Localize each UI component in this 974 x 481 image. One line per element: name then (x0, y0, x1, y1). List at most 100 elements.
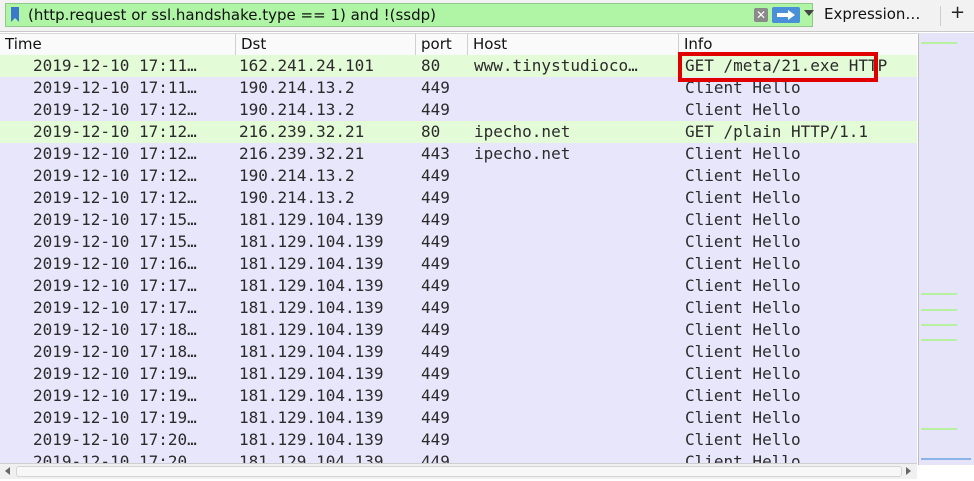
packet-port-cell: 449 (421, 166, 450, 185)
packet-port-cell: 449 (421, 320, 450, 339)
display-filter-toolbar: (http.request or ssl.handshake.type == 1… (0, 0, 974, 32)
minimap-marker (921, 428, 957, 430)
packet-host-cell (474, 209, 676, 231)
scroll-left-icon[interactable] (5, 467, 10, 475)
packet-info-cell: GET /meta/21.exe HTTP (685, 56, 888, 75)
packet-list: 2019-12-10 17:11… 162.241.24.101 80 www.tin… (0, 55, 917, 463)
minimap-marker (921, 324, 957, 326)
packet-row[interactable]: 2019-12-10 17:12… 190.214.13.2 449 Client H… (0, 187, 917, 209)
packet-time-cell: 2019-12-10 17:19… (33, 386, 197, 405)
packet-port-cell: 449 (421, 430, 450, 449)
filter-expression-text[interactable]: (http.request or ssl.handshake.type == 1… (28, 6, 436, 24)
packet-row[interactable]: 2019-12-10 17:17… 181.129.104.139 449 Clien… (0, 275, 917, 297)
packet-dst-cell: 181.129.104.139 (239, 408, 384, 427)
packet-row[interactable]: 2019-12-10 17:20… 181.129.104.139 449 Clien… (0, 429, 917, 451)
packet-host-cell (474, 407, 676, 429)
packet-info-cell: Client Hello (685, 144, 801, 163)
packet-row[interactable]: 2019-12-10 17:18… 181.129.104.139 449 Clien… (0, 319, 917, 341)
add-filter-button[interactable]: + (950, 2, 965, 23)
packet-host-cell (474, 451, 676, 463)
chevron-down-icon[interactable] (804, 10, 814, 16)
packet-host-cell (474, 429, 676, 451)
packet-row[interactable]: 2019-12-10 17:19… 181.129.104.139 449 Clien… (0, 363, 917, 385)
packet-info-cell: Client Hello (685, 430, 801, 449)
packet-host-cell (474, 253, 676, 275)
packet-host-cell (474, 165, 676, 187)
packet-dst-cell: 181.129.104.139 (239, 364, 384, 383)
packet-row[interactable]: 2019-12-10 17:15… 181.129.104.139 449 Clien… (0, 209, 917, 231)
packet-host-cell (474, 385, 676, 407)
packet-info-cell: Client Hello (685, 386, 801, 405)
packet-host-cell (474, 341, 676, 363)
packet-port-cell: 449 (421, 254, 450, 273)
scrollbar-thumb[interactable] (16, 466, 902, 477)
packet-info-cell: Client Hello (685, 452, 801, 463)
packet-info-cell: Client Hello (685, 408, 801, 427)
packet-minimap[interactable] (918, 33, 974, 465)
packet-info-cell: Client Hello (685, 166, 801, 185)
packet-dst-cell: 181.129.104.139 (239, 430, 384, 449)
packet-row[interactable]: 2019-12-10 17:19… 181.129.104.139 449 Clien… (0, 407, 917, 429)
packet-row[interactable]: 2019-12-10 17:18… 181.129.104.139 449 Clien… (0, 341, 917, 363)
apply-arrow-icon[interactable] (772, 7, 800, 23)
packet-time-cell: 2019-12-10 17:16… (33, 254, 197, 273)
packet-row[interactable]: 2019-12-10 17:19… 181.129.104.139 449 Clien… (0, 385, 917, 407)
packet-time-cell: 2019-12-10 17:12… (33, 188, 197, 207)
horizontal-scrollbar[interactable] (0, 463, 917, 479)
packet-host-cell (474, 77, 676, 99)
packet-info-cell: Client Hello (685, 188, 801, 207)
scroll-right-icon[interactable] (906, 467, 911, 475)
packet-row[interactable]: 2019-12-10 17:12… 190.214.13.2 449 Client H… (0, 165, 917, 187)
packet-row[interactable]: 2019-12-10 17:11… 190.214.13.2 449 Client H… (0, 77, 917, 99)
packet-time-cell: 2019-12-10 17:12… (33, 122, 197, 141)
packet-time-cell: 2019-12-10 17:12… (33, 166, 197, 185)
column-header-time[interactable]: Time (0, 34, 236, 55)
packet-time-cell: 2019-12-10 17:17… (33, 298, 197, 317)
packet-info-cell: GET /plain HTTP/1.1 (685, 122, 869, 141)
packet-port-cell: 449 (421, 232, 450, 251)
column-header-dst[interactable]: Dst (236, 34, 416, 55)
packet-row[interactable]: 2019-12-10 17:20… 181.129.104.139 449 Clien… (0, 451, 917, 463)
packet-port-cell: 449 (421, 298, 450, 317)
packet-dst-cell: 181.129.104.139 (239, 254, 384, 273)
packet-row[interactable]: 2019-12-10 17:15… 181.129.104.139 449 Clien… (0, 231, 917, 253)
minimap-marker (921, 42, 957, 44)
packet-host-cell: ipecho.net (474, 144, 571, 163)
packet-row[interactable]: 2019-12-10 17:12… 216.239.32.21 80 ipecho.n… (0, 121, 917, 143)
bookmark-icon[interactable] (10, 7, 20, 23)
packet-info-cell: Client Hello (685, 276, 801, 295)
packet-time-cell: 2019-12-10 17:15… (33, 232, 197, 251)
clear-icon[interactable]: ✕ (754, 8, 768, 22)
packet-host-cell (474, 363, 676, 385)
display-filter-input[interactable]: (http.request or ssl.handshake.type == 1… (5, 3, 814, 27)
packet-time-cell: 2019-12-10 17:15… (33, 210, 197, 229)
packet-row[interactable]: 2019-12-10 17:17… 181.129.104.139 449 Clien… (0, 297, 917, 319)
packet-dst-cell: 181.129.104.139 (239, 452, 384, 463)
column-header-host[interactable]: Host (468, 34, 679, 55)
packet-dst-cell: 162.241.24.101 (239, 56, 374, 75)
packet-host-cell (474, 231, 676, 253)
packet-port-cell: 449 (421, 364, 450, 383)
packet-time-cell: 2019-12-10 17:18… (33, 320, 197, 339)
packet-port-cell: 449 (421, 276, 450, 295)
packet-time-cell: 2019-12-10 17:12… (33, 100, 197, 119)
packet-row[interactable]: 2019-12-10 17:12… 216.239.32.21 443 ipecho.… (0, 143, 917, 165)
packet-dst-cell: 190.214.13.2 (239, 78, 355, 97)
column-header-port[interactable]: port (416, 34, 468, 55)
packet-list-header: Time Dst port Host Info (0, 33, 917, 56)
packet-info-cell: Client Hello (685, 100, 801, 119)
packet-row[interactable]: 2019-12-10 17:11… 162.241.24.101 80 www.tin… (0, 55, 917, 77)
toolbar-divider (940, 6, 941, 26)
packet-dst-cell: 190.214.13.2 (239, 188, 355, 207)
packet-port-cell: 80 (421, 56, 441, 75)
expression-button[interactable]: Expression… (824, 5, 920, 23)
packet-row[interactable]: 2019-12-10 17:12… 190.214.13.2 449 Client H… (0, 99, 917, 121)
minimap-marker (921, 293, 957, 295)
packet-row[interactable]: 2019-12-10 17:16… 181.129.104.139 449 Clien… (0, 253, 917, 275)
packet-time-cell: 2019-12-10 17:17… (33, 276, 197, 295)
packet-port-cell: 449 (421, 188, 450, 207)
packet-info-cell: Client Hello (685, 78, 801, 97)
packet-port-cell: 449 (421, 386, 450, 405)
minimap-marker (921, 309, 957, 311)
column-header-info[interactable]: Info (679, 34, 917, 55)
